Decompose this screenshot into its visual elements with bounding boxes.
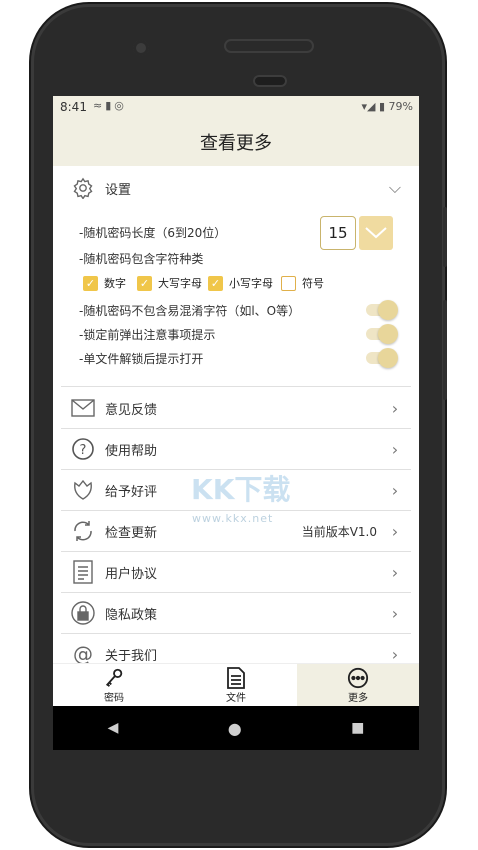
- chevron-right-icon: ›: [391, 562, 399, 582]
- checkbox-unchecked-icon: [281, 275, 296, 291]
- menu-label: 使用帮助: [105, 443, 158, 459]
- checkbox-symbols[interactable]: 符号: [281, 275, 324, 291]
- tab-password[interactable]: 密码: [53, 664, 175, 707]
- menu-label: 隐私政策: [105, 607, 158, 623]
- toggle-confusing[interactable]: [366, 300, 398, 320]
- toggle-notice[interactable]: [366, 324, 398, 344]
- toggle-label-notice: -锁定前弹出注意事项提示: [79, 328, 216, 342]
- checkbox-label: 小写字母: [229, 277, 273, 290]
- home-icon[interactable]: ●: [228, 719, 242, 738]
- more-icon: [347, 667, 369, 689]
- types-label: -随机密码包含字符种类: [79, 252, 204, 266]
- menu-label: 用户协议: [105, 566, 158, 582]
- watermark-logo: KK下载: [191, 473, 291, 506]
- battery-percent: 79%: [388, 100, 413, 113]
- length-input[interactable]: 15: [320, 216, 356, 250]
- battery-icon: ▮: [378, 100, 386, 113]
- menu-label: 关于我们: [105, 648, 158, 664]
- power-button: [443, 207, 447, 267]
- check-icon: [365, 227, 387, 239]
- checkbox-label: 数字: [104, 277, 126, 290]
- settings-label: 设置: [105, 182, 132, 198]
- refresh-icon: [69, 517, 97, 545]
- checkbox-lowercase[interactable]: ✓ 小写字母: [208, 275, 273, 291]
- chevron-right-icon: ›: [391, 439, 399, 459]
- checkbox-label: 大写字母: [158, 277, 202, 290]
- confirm-length-button[interactable]: [359, 216, 393, 250]
- earpiece-speaker: [224, 39, 314, 53]
- chevron-right-icon: ›: [391, 603, 399, 623]
- toggle-label-open: -单文件解锁后提示打开: [79, 352, 204, 366]
- checkbox-uppercase[interactable]: ✓ 大写字母: [137, 275, 202, 291]
- chevron-down-icon: ⌵: [388, 178, 402, 197]
- menu-item-agreement[interactable]: 用户协议 ›: [61, 552, 411, 593]
- svg-text:?: ?: [80, 443, 87, 458]
- version-text: 当前版本V1.0: [301, 524, 377, 539]
- chevron-right-icon: ›: [391, 644, 399, 664]
- wifi-signal-icon: ▾◢: [361, 100, 376, 113]
- tab-more[interactable]: 更多: [297, 664, 419, 707]
- proximity-sensor: [253, 75, 287, 87]
- toggle-open[interactable]: [366, 348, 398, 368]
- mail-icon: [69, 394, 97, 422]
- tab-label: 密码: [104, 693, 124, 704]
- tab-files[interactable]: 文件: [175, 664, 297, 707]
- flower-icon: [69, 476, 97, 504]
- toggle-knob: [378, 300, 398, 320]
- document-icon: [69, 558, 97, 586]
- notification-icons: ≈▮◎: [93, 99, 127, 112]
- recents-icon[interactable]: ■: [351, 720, 364, 736]
- checkbox-checked-icon: ✓: [137, 275, 152, 291]
- checkbox-digits[interactable]: ✓ 数字: [83, 275, 126, 291]
- checkbox-checked-icon: ✓: [83, 275, 98, 291]
- toggle-knob: [378, 348, 398, 368]
- screen: 8:41 ≈▮◎ ▾◢ ▮ 79% 查看更多 设置 ⌵ -随机密码长度（6到20…: [53, 96, 419, 750]
- menu-label: 意见反馈: [105, 402, 158, 418]
- help-icon: ?: [69, 435, 97, 463]
- menu-item-privacy[interactable]: 隐私政策 ›: [61, 593, 411, 634]
- settings-header[interactable]: 设置 ⌵: [61, 168, 411, 208]
- section-divider: [61, 386, 411, 387]
- status-right: ▾◢ ▮ 79%: [362, 100, 414, 113]
- checkbox-label: 符号: [302, 277, 324, 290]
- gear-icon: [69, 174, 97, 202]
- front-camera: [133, 40, 149, 56]
- watermark-url: www.kkx.net: [192, 512, 274, 525]
- file-icon: [227, 667, 245, 689]
- menu-item-help[interactable]: ? 使用帮助 ›: [61, 429, 411, 470]
- system-navigation-bar: ◀ ● ■: [53, 706, 419, 750]
- volume-button: [443, 300, 447, 400]
- tab-label: 文件: [226, 693, 246, 704]
- toggle-knob: [378, 324, 398, 344]
- status-time: 8:41: [60, 100, 87, 114]
- content-area: 设置 ⌵ -随机密码长度（6到20位） 15 -随机密码包含字符种类 ✓ 数字 …: [61, 168, 411, 666]
- chevron-right-icon: ›: [391, 521, 399, 541]
- status-bar: 8:41 ≈▮◎ ▾◢ ▮ 79%: [53, 96, 419, 118]
- page-header: 查看更多: [53, 118, 419, 166]
- tab-label: 更多: [348, 693, 368, 704]
- length-label: -随机密码长度（6到20位）: [79, 226, 227, 240]
- chevron-right-icon: ›: [391, 398, 399, 418]
- menu-item-feedback[interactable]: 意见反馈 ›: [61, 388, 411, 429]
- chevron-right-icon: ›: [391, 480, 399, 500]
- bottom-nav: 密码 文件 更多: [53, 663, 419, 707]
- lock-icon: [69, 599, 97, 627]
- page-title: 查看更多: [200, 133, 272, 154]
- key-icon: [105, 668, 123, 687]
- checkbox-checked-icon: ✓: [208, 275, 223, 291]
- toggle-label-confusing: -随机密码不包含易混淆字符（如l、O等）: [79, 304, 301, 318]
- back-icon[interactable]: ◀: [108, 720, 119, 736]
